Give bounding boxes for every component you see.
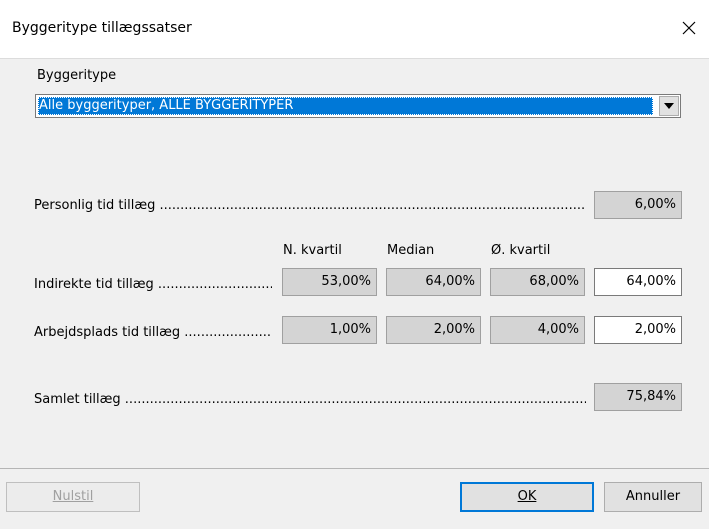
chevron-down-icon <box>664 103 674 109</box>
ok-button-label: OK <box>517 489 537 504</box>
personlig-tid-value: 6,00% <box>594 191 682 219</box>
indirekte-n-kvartil: 53,00% <box>282 268 377 296</box>
close-icon <box>682 21 696 35</box>
samlet-tillaeg-label: Samlet tillæg ..........................… <box>34 392 586 407</box>
arbejdsplads-median: 2,00% <box>386 316 481 344</box>
byggeritype-select[interactable]: Alle byggerityper, ALLE BYGGERITYPER <box>35 94 681 118</box>
ok-button[interactable]: OK <box>460 482 594 512</box>
arbejdsplads-tid-input[interactable]: 2,00% <box>594 316 682 344</box>
byggeritype-label: Byggeritype <box>37 68 117 83</box>
indirekte-median: 64,00% <box>386 268 481 296</box>
arbejdsplads-o-kvartil: 4,00% <box>490 316 585 344</box>
arbejdsplads-n-kvartil: 1,00% <box>282 316 377 344</box>
nulstil-button-label: Nulstil <box>52 489 94 504</box>
dropdown-button[interactable] <box>659 96 679 116</box>
close-button[interactable] <box>676 14 702 42</box>
col-header-o-kvartil: Ø. kvartil <box>491 243 551 258</box>
indirekte-o-kvartil: 68,00% <box>490 268 585 296</box>
indirekte-tid-input[interactable]: 64,00% <box>594 268 682 296</box>
col-header-n-kvartil: N. kvartil <box>283 243 342 258</box>
nulstil-button[interactable]: Nulstil <box>6 482 140 512</box>
byggeritype-selected-value: Alle byggerityper, ALLE BYGGERITYPER <box>38 97 653 115</box>
window-title: Byggeritype tillægssatser <box>12 20 192 36</box>
annuller-button[interactable]: Annuller <box>604 482 702 512</box>
col-header-median: Median <box>387 243 435 258</box>
samlet-tillaeg-value: 75,84% <box>594 383 682 411</box>
arbejdsplads-tid-label: Arbejdsplads tid tillæg ................… <box>34 325 272 340</box>
personlig-tid-label: Personlig tid tillæg ...................… <box>34 198 586 213</box>
indirekte-tid-label: Indirekte tid tillæg ...................… <box>34 277 272 292</box>
annuller-button-label: Annuller <box>625 489 681 504</box>
